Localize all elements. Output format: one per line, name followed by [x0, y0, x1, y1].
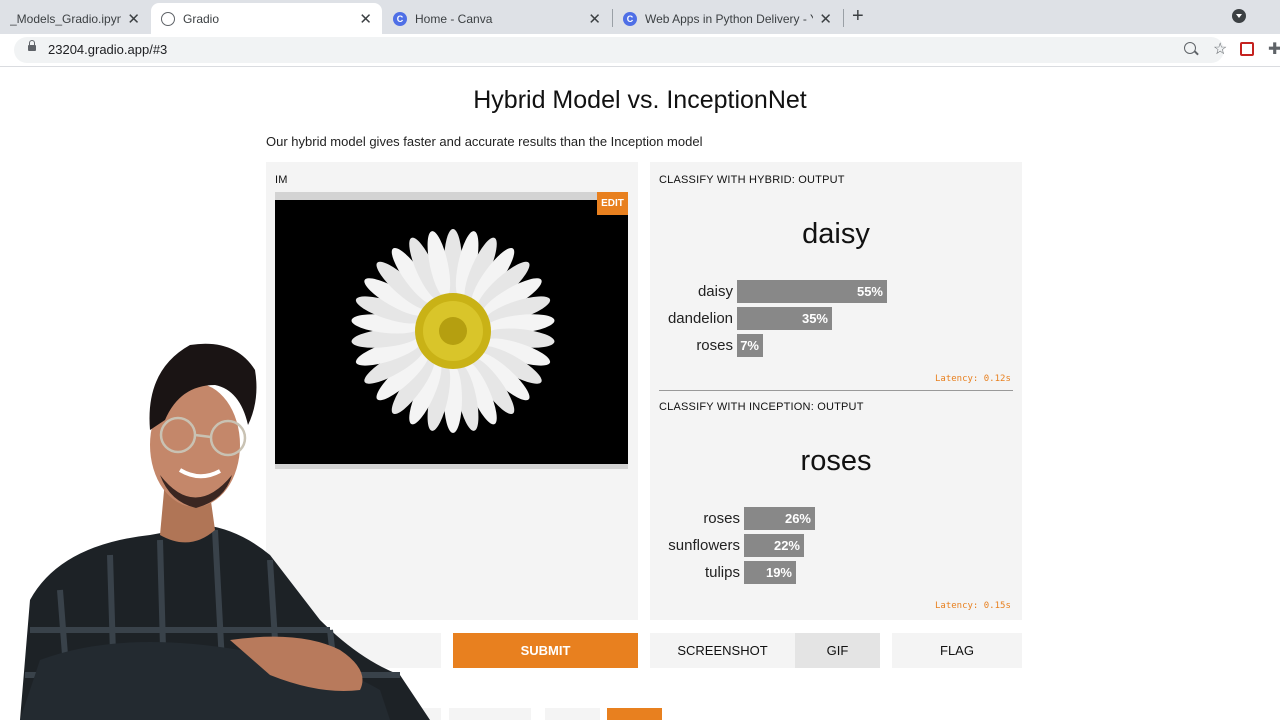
globe-icon: [161, 11, 175, 26]
screenshot-button[interactable]: SCREENSHOT: [650, 633, 795, 668]
address-bar[interactable]: 23204.gradio.app/#3 ☆: [14, 37, 1227, 63]
page-title: Hybrid Model vs. InceptionNet: [473, 86, 807, 114]
confidence-value: 35%: [801, 311, 828, 326]
confidence-label: roses: [703, 510, 740, 527]
close-tab-icon[interactable]: ✕: [819, 10, 832, 28]
tab-search-icon[interactable]: [1232, 9, 1246, 23]
hybrid-latency: Latency: 0.12s: [935, 374, 1011, 384]
inception-prediction: roses: [800, 445, 872, 477]
canva-icon: C: [623, 11, 637, 26]
tab-title: Web Apps in Python Delivery - Yo: [645, 11, 814, 26]
bottom-control[interactable]: [545, 708, 600, 720]
input-label: IM: [275, 174, 288, 186]
confidence-label: daisy: [697, 283, 733, 300]
hybrid-prediction: daisy: [802, 218, 870, 250]
submit-button[interactable]: SUBMIT: [453, 633, 638, 668]
confidence-value: 7%: [740, 338, 759, 353]
gif-button[interactable]: GIF: [795, 633, 880, 668]
browser-toolbar: 23204.gradio.app/#3 ☆ ✚: [0, 34, 1280, 67]
inception-latency: Latency: 0.15s: [935, 601, 1011, 611]
inception-output-label: CLASSIFY WITH INCEPTION: OUTPUT: [659, 401, 864, 413]
extension-icon[interactable]: [1240, 42, 1254, 56]
hybrid-output-label: CLASSIFY WITH HYBRID: OUTPUT: [659, 174, 845, 186]
tab-separator: [843, 9, 844, 27]
output-divider: [659, 390, 1013, 391]
zoom-icon[interactable]: [1184, 42, 1196, 54]
canva-icon: C: [393, 11, 407, 26]
page-description: Our hybrid model gives faster and accura…: [266, 134, 703, 149]
presenter-photo: [20, 343, 430, 720]
puzzle-icon[interactable]: ✚: [1268, 39, 1280, 59]
close-tab-icon[interactable]: ✕: [127, 10, 140, 28]
flag-button[interactable]: FLAG: [892, 633, 1022, 668]
tab-canva[interactable]: C Home - Canva ✕: [383, 3, 611, 34]
url-text[interactable]: 23204.gradio.app/#3: [48, 42, 167, 57]
browser-tab-bar: _Models_Gradio.ipynb - ✕ Gradio ✕ C Home…: [0, 0, 1280, 34]
tab-notebook[interactable]: _Models_Gradio.ipynb - ✕: [0, 3, 150, 34]
bookmark-star-icon[interactable]: ☆: [1213, 39, 1227, 59]
confidence-value: 55%: [856, 284, 883, 299]
bottom-control[interactable]: [449, 708, 531, 720]
confidence-label: tulips: [704, 564, 740, 581]
tab-web-apps[interactable]: C Web Apps in Python Delivery - Yo ✕: [613, 3, 842, 34]
close-tab-icon[interactable]: ✕: [359, 10, 372, 28]
confidence-label: dandelion: [667, 310, 733, 327]
tab-title: Home - Canva: [415, 11, 493, 26]
lock-icon[interactable]: [28, 40, 36, 51]
confidence-value: 19%: [765, 565, 792, 580]
confidence-value: 26%: [784, 511, 811, 526]
confidence-value: 22%: [773, 538, 800, 553]
confidence-label: sunflowers: [668, 537, 740, 554]
edit-button[interactable]: EDIT: [597, 192, 628, 215]
tab-gradio[interactable]: Gradio ✕: [151, 3, 382, 34]
tab-title: _Models_Gradio.ipynb -: [10, 11, 122, 26]
confidence-label: roses: [696, 337, 733, 354]
new-tab-icon[interactable]: +: [852, 5, 864, 27]
tab-title: Gradio: [183, 11, 220, 26]
close-tab-icon[interactable]: ✕: [588, 10, 601, 28]
bottom-accent-control[interactable]: [607, 708, 662, 720]
